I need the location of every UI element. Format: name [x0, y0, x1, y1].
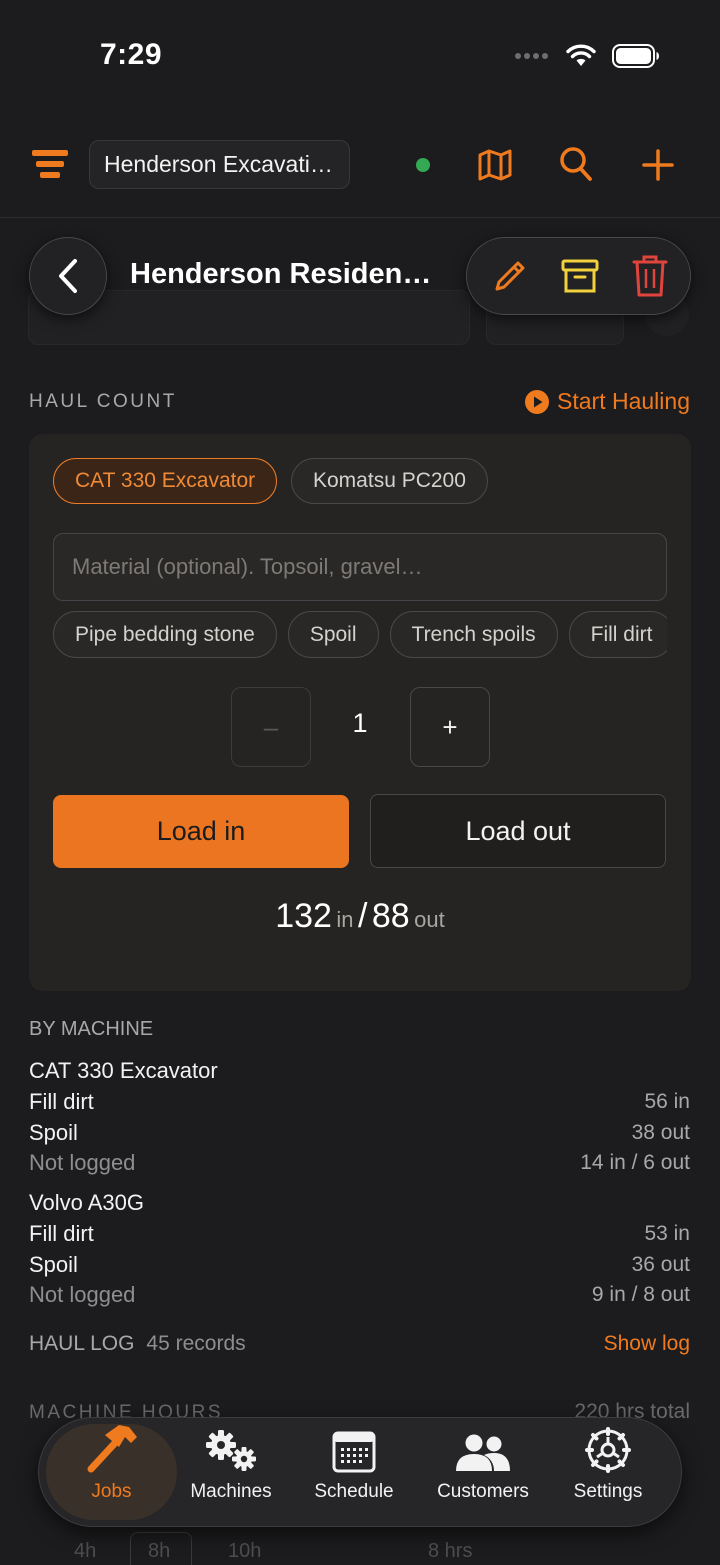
gears-icon — [206, 1430, 256, 1471]
hours-preset[interactable]: 8h — [148, 1540, 170, 1563]
hours-preset[interactable]: 10h — [228, 1540, 261, 1563]
by-machine-label: BY MACHINE — [29, 1018, 154, 1040]
menu-icon[interactable] — [30, 144, 70, 184]
tab-schedule[interactable]: Schedule — [302, 1423, 406, 1521]
tab-label: Machines — [190, 1481, 272, 1502]
material-value: 56 in — [644, 1090, 690, 1113]
totals-separator: / — [357, 897, 368, 935]
chevron-left-icon — [59, 259, 77, 293]
tab-jobs[interactable]: Jobs — [46, 1423, 177, 1521]
back-button[interactable] — [29, 237, 107, 315]
material-chip[interactable]: Fill dirt — [568, 611, 667, 658]
tab-machines[interactable]: Machines — [180, 1423, 282, 1521]
people-icon — [456, 1434, 510, 1471]
decrement-button[interactable]: – — [231, 687, 311, 767]
status-time: 7:29 — [100, 38, 163, 71]
wifi-icon — [566, 44, 596, 66]
haul-log-label: HAUL LOG 45 records — [29, 1332, 246, 1356]
tab-label: Jobs — [91, 1481, 132, 1502]
material-value: 14 in / 6 out — [580, 1151, 690, 1174]
trash-icon[interactable] — [631, 254, 669, 298]
material-chip[interactable]: Pipe bedding stone — [53, 611, 277, 658]
topbar-divider — [0, 217, 720, 218]
hours-preset[interactable]: 4h — [74, 1540, 96, 1563]
material-name: Spoil — [29, 1120, 78, 1145]
machine-chip-cat330[interactable]: CAT 330 Excavator — [53, 458, 278, 504]
machine-name: Volvo A30G — [29, 1190, 144, 1215]
material-name: Fill dirt — [29, 1221, 94, 1246]
quantity-value: 1 — [352, 708, 368, 738]
search-icon[interactable] — [556, 144, 596, 184]
material-name: Not logged — [29, 1282, 136, 1307]
map-icon[interactable] — [475, 145, 515, 185]
page-title: Henderson Residen… — [130, 258, 432, 290]
material-name: Spoil — [29, 1252, 78, 1277]
gear-icon — [585, 1427, 631, 1473]
material-chip[interactable]: Trench spoils — [389, 611, 558, 658]
hammer-icon — [87, 1425, 137, 1473]
online-status-dot — [416, 158, 430, 172]
material-input[interactable] — [53, 533, 667, 601]
material-value: 36 out — [631, 1253, 690, 1276]
status-icons — [514, 44, 660, 68]
tab-label: Customers — [437, 1481, 529, 1502]
company-selector[interactable]: Henderson Excavati… — [89, 140, 350, 189]
show-log-link[interactable]: Show log — [604, 1332, 690, 1356]
out-label: out — [414, 907, 445, 932]
haul-totals: 132 in / 88 out — [0, 897, 720, 936]
edit-icon[interactable] — [489, 256, 529, 296]
tab-customers[interactable]: Customers — [426, 1423, 540, 1521]
haul-log-title: HAUL LOG — [29, 1332, 135, 1355]
load-in-button[interactable]: Load in — [53, 795, 349, 868]
in-label: in — [336, 907, 354, 932]
material-name: Not logged — [29, 1150, 136, 1175]
material-value: 9 in / 8 out — [591, 1283, 690, 1306]
material-name: Fill dirt — [29, 1089, 94, 1114]
play-circle-icon — [525, 389, 550, 414]
battery-icon — [612, 44, 659, 68]
load-out-button[interactable]: Load out — [370, 794, 666, 868]
in-count: 132 — [275, 897, 332, 935]
tab-settings[interactable]: Settings — [558, 1423, 658, 1521]
start-hauling-button[interactable]: Start Hauling — [525, 388, 690, 415]
start-hauling-label: Start Hauling — [557, 388, 690, 414]
machine-chip-komatsu[interactable]: Komatsu PC200 — [291, 458, 488, 504]
machine-name: CAT 330 Excavator — [29, 1058, 218, 1083]
tab-label: Schedule — [314, 1481, 394, 1502]
calendar-icon — [332, 1431, 376, 1473]
out-count: 88 — [371, 897, 410, 935]
material-chip[interactable]: Spoil — [287, 611, 379, 658]
haul-count-label: HAUL COUNT — [29, 391, 177, 412]
material-value: 53 in — [644, 1222, 690, 1245]
hours-value: 8 hrs — [428, 1540, 473, 1562]
archive-icon[interactable] — [560, 257, 600, 295]
cellular-signal-icon — [515, 53, 548, 59]
material-suggestions: Pipe bedding stone Spoil Trench spoils F… — [53, 611, 667, 660]
haul-log-count: 45 records — [146, 1332, 246, 1355]
plus-icon[interactable] — [638, 145, 678, 185]
increment-button[interactable]: + — [410, 687, 490, 767]
header-actions — [466, 237, 691, 315]
material-value: 38 out — [631, 1121, 690, 1144]
tab-label: Settings — [573, 1481, 643, 1502]
